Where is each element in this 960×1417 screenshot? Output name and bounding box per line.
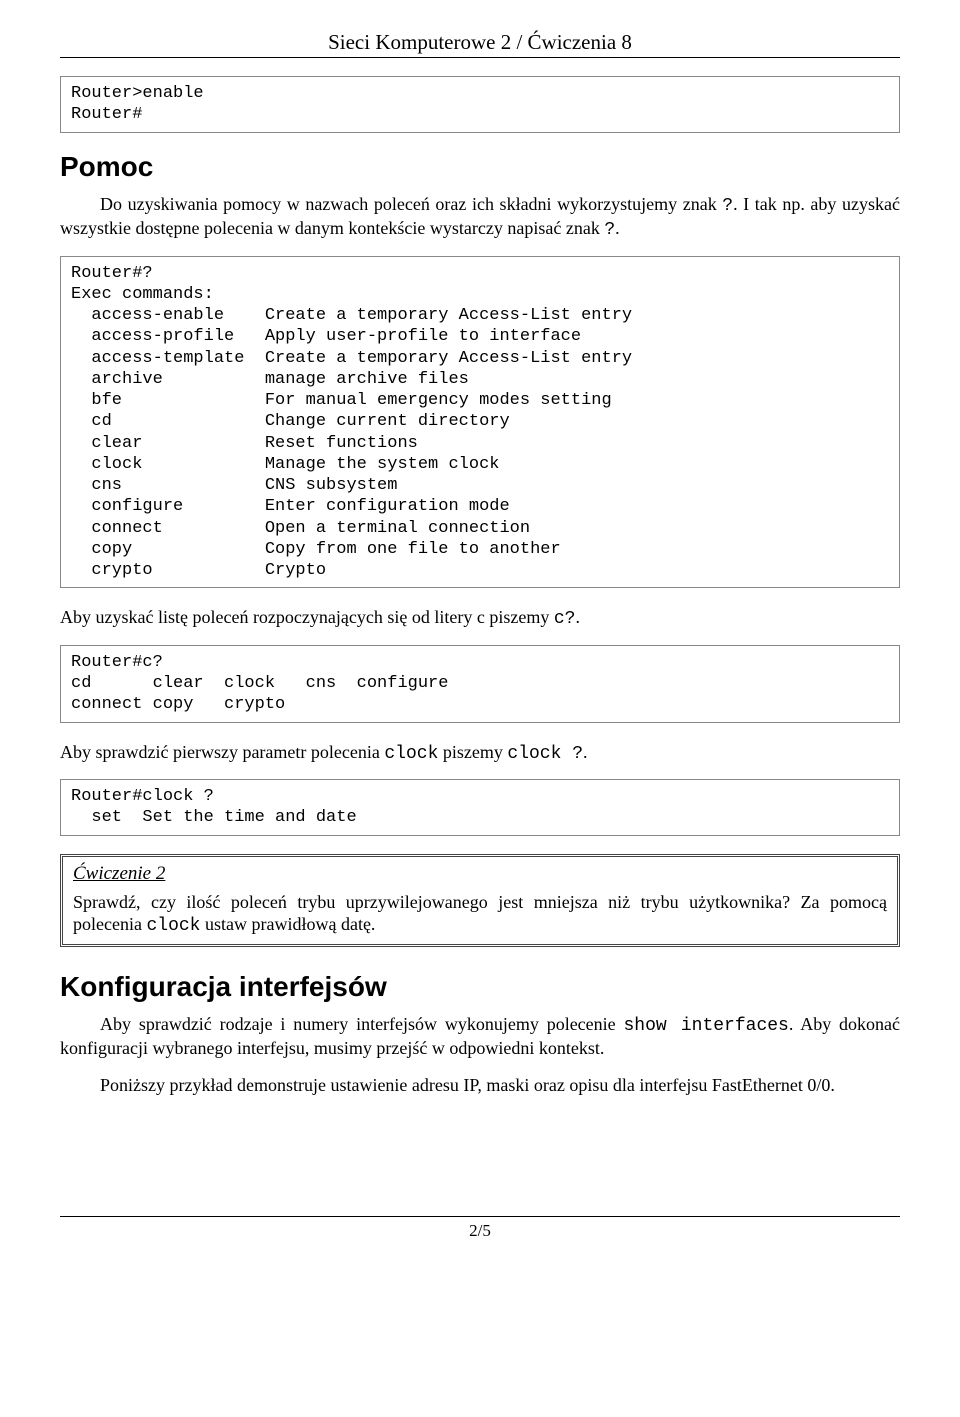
text: Aby sprawdzić rodzaje i numery interfejs… <box>100 1014 624 1034</box>
para-show-interfaces: Aby sprawdzić rodzaje i numery interfejs… <box>60 1013 900 1060</box>
page-footer: 2/5 <box>60 1216 900 1241</box>
heading-konfiguracja: Konfiguracja interfejsów <box>60 971 900 1003</box>
text: ustaw prawidłową datę. <box>200 914 375 934</box>
text: . <box>615 218 620 238</box>
heading-pomoc: Pomoc <box>60 151 900 183</box>
inline-code-clock-q: clock ? <box>507 744 583 764</box>
text: piszemy <box>438 742 507 762</box>
text: . <box>575 607 580 627</box>
inline-code-clock: clock <box>384 744 438 764</box>
inline-code-c: c? <box>554 609 576 629</box>
inline-code-qmark: ? <box>722 196 733 216</box>
inline-code-show-interfaces: show interfaces <box>624 1016 789 1036</box>
exercise-body: Sprawdź, czy ilość poleceń trybu uprzywi… <box>73 891 887 938</box>
inline-code-qmark: ? <box>604 220 615 240</box>
code-c-list: Router#c? cd clear clock cns configure c… <box>60 645 900 723</box>
text: Aby sprawdzić pierwszy parametr poleceni… <box>60 742 384 762</box>
text: . <box>583 742 588 762</box>
code-exec-commands: Router#? Exec commands: access-enable Cr… <box>60 256 900 589</box>
page-header: Sieci Komputerowe 2 / Ćwiczenia 8 <box>60 30 900 58</box>
text: Do uzyskiwania pomocy w nazwach poleceń … <box>100 194 722 214</box>
para-example-ip: Poniższy przykład demonstruje ustawienie… <box>60 1074 900 1097</box>
exercise-2: Ćwiczenie 2 Sprawdź, czy ilość poleceń t… <box>60 854 900 947</box>
code-clock-set: Router#clock ? set Set the time and date <box>60 779 900 836</box>
para-clock: Aby sprawdzić pierwszy parametr poleceni… <box>60 741 900 766</box>
para-c-list: Aby uzyskać listę poleceń rozpoczynający… <box>60 606 900 631</box>
text: Aby uzyskać listę poleceń rozpoczynający… <box>60 607 554 627</box>
para-pomoc-intro: Do uzyskiwania pomocy w nazwach poleceń … <box>60 193 900 242</box>
inline-code-clock: clock <box>146 916 200 936</box>
exercise-title: Ćwiczenie 2 <box>73 863 887 885</box>
code-enable: Router>enable Router# <box>60 76 900 133</box>
